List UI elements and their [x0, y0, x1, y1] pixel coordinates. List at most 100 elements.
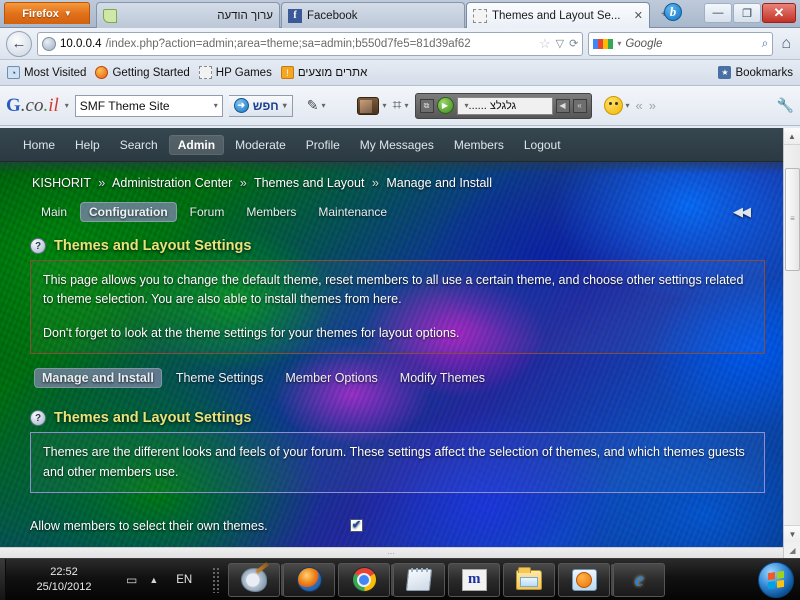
show-desktop-icon[interactable]: ▭: [126, 573, 137, 587]
breadcrumb-item-themes-and-layout[interactable]: Themes and Layout: [254, 176, 365, 190]
close-icon[interactable]: ✕: [630, 9, 643, 22]
notepad-taskbar-button[interactable]: [393, 562, 446, 597]
google-toolbar-search-value: SMF Theme Site: [79, 98, 170, 113]
chevron-down-icon: ▾: [464, 101, 469, 110]
allow-member-themes-checkbox[interactable]: ✔: [350, 519, 363, 533]
search-input[interactable]: ▾ Google ⌕: [588, 31, 774, 56]
section-one-title-text: Themes and Layout Settings: [54, 238, 252, 254]
language-indicator[interactable]: EN: [170, 574, 198, 586]
headphones-toolbar-button[interactable]: ⌗ ▾: [392, 97, 408, 115]
radio-station-select[interactable]: גלגלצ ...... ▾: [456, 96, 553, 115]
bookmark-most-visited[interactable]: ◔ Most Visited: [7, 66, 86, 79]
google-toolbar-search-input[interactable]: SMF Theme Site ▾: [74, 94, 223, 117]
scroll-down-button[interactable]: ▼: [784, 525, 800, 542]
paint-taskbar-button[interactable]: [228, 562, 281, 597]
scrollbar-thumb[interactable]: ≡: [785, 168, 800, 271]
popout-icon[interactable]: ⧉: [419, 98, 434, 113]
tab-main[interactable]: Main: [32, 202, 76, 222]
back-button[interactable]: ←: [6, 30, 32, 57]
explorer-taskbar-button[interactable]: [503, 562, 556, 597]
nav-item-help[interactable]: Help: [66, 135, 109, 155]
mirc-taskbar-button[interactable]: m: [448, 562, 501, 597]
bookmark-suggested-sites[interactable]: ! אתרים מוצעים: [280, 66, 367, 79]
taskbar-buttons: m e: [226, 559, 666, 600]
collapse-left-icon[interactable]: ◀◀: [733, 204, 751, 220]
search-icon[interactable]: ⌕: [762, 36, 769, 51]
restore-button[interactable]: ❐: [733, 3, 761, 23]
chrome-taskbar-button[interactable]: [338, 562, 391, 597]
collapse-icon[interactable]: «: [572, 98, 587, 113]
media-player-taskbar-button[interactable]: [558, 562, 611, 597]
tv-toolbar-button[interactable]: ▾: [357, 96, 386, 115]
tab-facebook[interactable]: f Facebook: [281, 2, 465, 28]
volume-icon[interactable]: ◀: [555, 98, 570, 113]
reload-icon[interactable]: ⟳: [569, 37, 578, 50]
google-toolbar-search-button[interactable]: ➜ חפש ▾: [228, 94, 293, 117]
clock[interactable]: 22:52 25/10/2012: [6, 565, 118, 595]
subtab-member-options[interactable]: Member Options: [277, 368, 385, 388]
breadcrumb-item-manage-and-install[interactable]: Manage and Install: [386, 176, 492, 190]
toolbar-next-button[interactable]: »: [649, 98, 656, 113]
nav-item-profile[interactable]: Profile: [297, 135, 349, 155]
subtab-manage-and-install[interactable]: Manage and Install: [34, 368, 162, 389]
close-window-button[interactable]: ✕: [762, 3, 796, 23]
setting-label: Allow members to select their own themes…: [30, 518, 268, 533]
bing-bar-icon[interactable]: b: [664, 3, 682, 21]
tab-members[interactable]: Members: [237, 202, 305, 222]
nav-item-my-messages[interactable]: My Messages: [351, 135, 443, 155]
bookmark-star-icon[interactable]: ☆: [539, 36, 551, 52]
minimize-button[interactable]: —: [704, 3, 732, 23]
google-icon: [593, 38, 614, 49]
chevron-down-icon[interactable]: ▾: [617, 39, 621, 48]
chevron-down-icon[interactable]: ▾: [214, 101, 218, 110]
breadcrumb-separator: »: [239, 176, 247, 190]
tab-configuration[interactable]: Configuration: [80, 202, 177, 222]
subtab-theme-settings[interactable]: Theme Settings: [168, 368, 272, 388]
windows-taskbar: 22:52 25/10/2012 ▭ ▲ EN m e: [0, 558, 800, 600]
nav-item-moderate[interactable]: Moderate: [226, 135, 295, 155]
tab-themes-and-layout[interactable]: Themes and Layout Se... ✕: [466, 2, 650, 28]
chrome-icon: [351, 567, 377, 592]
tray-expand-icon[interactable]: ▲: [149, 575, 158, 585]
breadcrumb-item-admin-center[interactable]: Administration Center: [112, 176, 232, 190]
bookmarks-menu-button[interactable]: ★ Bookmarks: [718, 66, 793, 79]
highlighter-button[interactable]: ✎ ▾: [307, 97, 326, 114]
bookmark-label: HP Games: [215, 66, 272, 79]
emoticon-toolbar-button[interactable]: ▾: [603, 96, 630, 115]
scroll-up-button[interactable]: ▲: [784, 128, 800, 145]
breadcrumb-item-forum[interactable]: KISHORIT: [32, 176, 91, 190]
chevron-down-icon[interactable]: ▾: [283, 101, 287, 110]
firefox-taskbar-button[interactable]: [283, 562, 336, 597]
url-bar[interactable]: 10.0.0.4 /index.php?action=admin;area=th…: [37, 31, 584, 56]
help-icon[interactable]: ?: [30, 410, 46, 427]
resize-corner[interactable]: ◢: [784, 542, 800, 558]
home-button[interactable]: ⌂: [778, 35, 794, 53]
radio-player-widget[interactable]: ⧉ ▶ גלגלצ ...... ▾ ◀ «: [414, 92, 592, 119]
play-icon[interactable]: ▶: [436, 97, 454, 114]
nav-item-admin[interactable]: Admin: [168, 134, 225, 155]
nav-item-search[interactable]: Search: [111, 135, 167, 155]
firefox-menu-button[interactable]: Firefox ▼: [4, 2, 90, 24]
toolbar-prev-button[interactable]: «: [636, 98, 643, 113]
wrench-icon[interactable]: 🔧: [777, 97, 794, 114]
start-button[interactable]: [758, 561, 794, 598]
bookmark-getting-started[interactable]: Getting Started: [95, 66, 190, 79]
tab-forum[interactable]: Forum: [181, 202, 234, 222]
internet-explorer-taskbar-button[interactable]: e: [613, 562, 666, 597]
chevron-down-icon[interactable]: ▾: [65, 101, 69, 110]
nav-item-members[interactable]: Members: [445, 135, 513, 155]
chevron-down-icon[interactable]: ▽: [556, 37, 564, 50]
chevron-down-icon: ▾: [404, 101, 409, 110]
nav-item-logout[interactable]: Logout: [515, 135, 570, 155]
nav-item-home[interactable]: Home: [14, 135, 64, 155]
subtab-modify-themes[interactable]: Modify Themes: [392, 368, 493, 388]
checkmark-icon: ✔: [351, 519, 362, 532]
tab-compose-message[interactable]: ערוך הודעה: [96, 2, 280, 28]
tab-maintenance[interactable]: Maintenance: [309, 202, 396, 222]
horizontal-resize-grip[interactable]: ⋯: [0, 547, 783, 558]
page-content: KISHORIT » Administration Center » Theme…: [0, 162, 783, 537]
bookmark-hp-games[interactable]: HP Games: [198, 66, 272, 79]
help-icon[interactable]: ?: [30, 238, 46, 254]
resize-grip-icon: ◢: [789, 545, 796, 555]
vertical-scrollbar[interactable]: ▲ ≡ ▼ ◢: [783, 128, 800, 558]
